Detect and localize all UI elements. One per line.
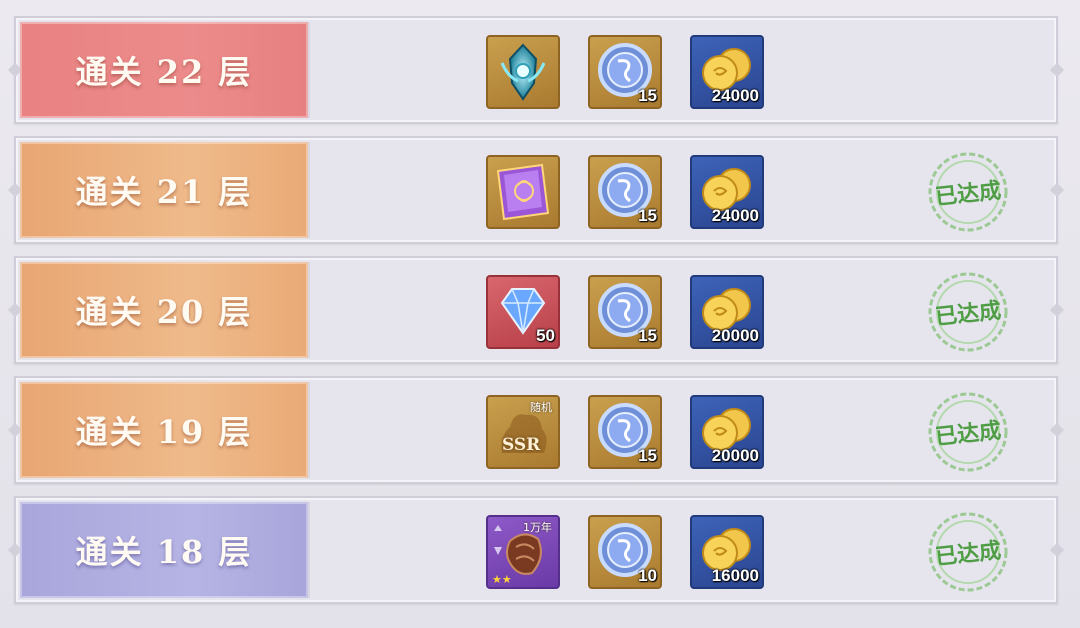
floor-label: 通关 21 层 [75, 173, 253, 211]
completed-label: 已达成 [934, 177, 1003, 211]
star-rating: ★★ [492, 573, 512, 586]
completed-stamp: 已达成 [926, 510, 1010, 594]
item-quantity: 15 [638, 446, 657, 465]
reward-row: 通关 20 层 50 15 20000 已达成 [14, 256, 1058, 364]
item-quantity: 15 [638, 326, 657, 345]
floor-label-panel: 通关 21 层 [20, 142, 308, 238]
age-tag: 1万年 [523, 521, 552, 534]
completed-stamp: 已达成 [926, 270, 1010, 354]
soul-ring-emblem-icon [500, 43, 546, 101]
reward-item-spirit-coin[interactable]: 15 [588, 155, 662, 229]
divider [308, 142, 310, 238]
reward-item-spirit-coin[interactable]: 15 [588, 275, 662, 349]
item-quantity: 20000 [711, 326, 759, 345]
reward-item-spirit-coin[interactable]: 10 [588, 515, 662, 589]
purple-scroll-icon [496, 163, 550, 221]
item-quantity: 50 [536, 326, 555, 345]
reward-item-spirit-coin[interactable]: 15 [588, 35, 662, 109]
divider [308, 262, 310, 358]
reward-item-gold-coins[interactable]: 16000 [690, 515, 764, 589]
reward-row: 通关 18 层 1万年 ★★ 10 16000 已达成 [14, 496, 1058, 604]
reward-item-random-ssr[interactable]: 随机 SSR [486, 395, 560, 469]
floor-label-panel: 通关 20 层 [20, 262, 308, 358]
reward-row: 通关 21 层 15 24000 已达成 [14, 136, 1058, 244]
item-quantity: 15 [638, 206, 657, 225]
item-quantity: 24000 [711, 206, 759, 225]
reward-item-gold-coins[interactable]: 20000 [690, 275, 764, 349]
floor-label: 通关 19 层 [75, 413, 253, 451]
divider [308, 382, 310, 478]
ssr-label: SSR [502, 435, 541, 455]
item-quantity: 15 [638, 86, 657, 105]
divider [308, 22, 310, 118]
completed-stamp: 已达成 [926, 150, 1010, 234]
reward-item-soul-bone[interactable]: 1万年 ★★ [486, 515, 560, 589]
floor-label-panel: 通关 22 层 [20, 22, 308, 118]
reward-item-soul-ring[interactable] [486, 35, 560, 109]
reward-item-gold-coins[interactable]: 24000 [690, 155, 764, 229]
reward-list: 通关 22 层 15 24000 通关 21 层 15 24000 已达成 通关… [0, 0, 1080, 628]
random-tag: 随机 [530, 401, 552, 414]
floor-label: 通关 18 层 [75, 533, 253, 571]
reward-item-gold-coins[interactable]: 24000 [690, 35, 764, 109]
completed-label: 已达成 [934, 417, 1003, 451]
reward-item-gold-coins[interactable]: 20000 [690, 395, 764, 469]
reward-item-spirit-coin[interactable]: 15 [588, 395, 662, 469]
item-quantity: 16000 [711, 566, 759, 585]
item-quantity: 10 [638, 566, 657, 585]
reward-row: 通关 22 层 15 24000 [14, 16, 1058, 124]
floor-label: 通关 22 层 [75, 53, 253, 91]
reward-item-scroll[interactable] [486, 155, 560, 229]
floor-label-panel: 通关 18 层 [20, 502, 308, 598]
completed-label: 已达成 [934, 537, 1003, 571]
item-quantity: 20000 [711, 446, 759, 465]
floor-label-panel: 通关 19 层 [20, 382, 308, 478]
completed-stamp: 已达成 [926, 390, 1010, 474]
item-quantity: 24000 [711, 86, 759, 105]
completed-label: 已达成 [934, 297, 1003, 331]
reward-item-diamond[interactable]: 50 [486, 275, 560, 349]
divider [308, 502, 310, 598]
floor-label: 通关 20 层 [75, 293, 253, 331]
reward-row: 通关 19 层 随机 SSR 15 20000 已达成 [14, 376, 1058, 484]
